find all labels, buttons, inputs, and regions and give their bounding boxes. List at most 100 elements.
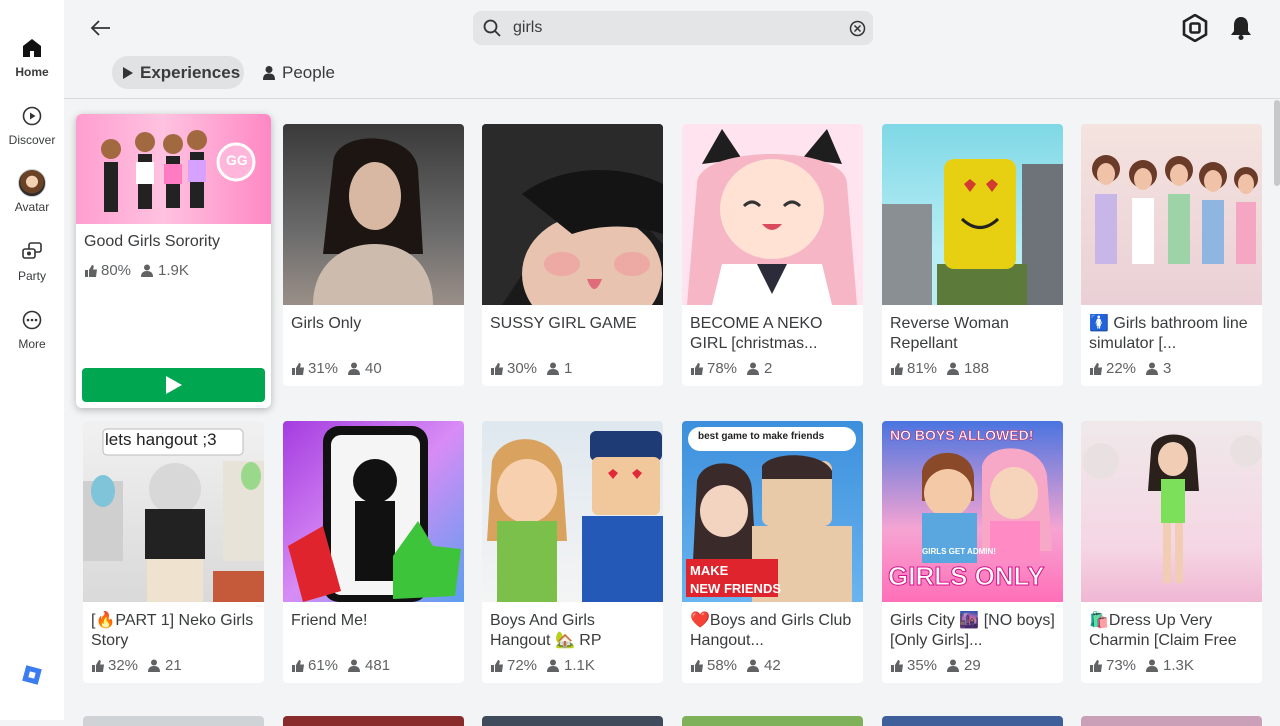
- experience-card-peek[interactable]: [882, 716, 1063, 726]
- notifications-bell-icon[interactable]: [1229, 15, 1253, 41]
- experience-title: Girls City 🌆 [NO boys] [Only Girls]...: [890, 612, 1055, 649]
- rating-value: 32%: [108, 657, 139, 674]
- players-value: 1.3K: [1163, 657, 1194, 674]
- experience-card-peek[interactable]: [283, 716, 464, 726]
- rating-value: 78%: [707, 360, 738, 377]
- players-value: 2: [764, 360, 773, 377]
- players-value: 481: [365, 657, 391, 674]
- experience-card[interactable]: BECOME A NEKO GIRL [christmas... 78% 2: [682, 124, 863, 386]
- experience-card[interactable]: 🚺 Girls bathroom line simulator [... 22%…: [1081, 124, 1262, 386]
- experience-title: 🛍️Dress Up Very Charmin [Claim Free: [1089, 612, 1237, 649]
- thumbs-up-icon: [891, 659, 903, 672]
- experience-card-peek[interactable]: [1081, 716, 1262, 726]
- nav-more[interactable]: More: [0, 308, 64, 368]
- players-value: 1.9K: [158, 262, 189, 279]
- top-bar: Experiences People: [64, 0, 1280, 99]
- experience-card[interactable]: lets hangout ;3 [🔥PART 1] Neko Girls Sto…: [83, 421, 264, 683]
- experience-card[interactable]: Friend Me! 61% 481: [283, 421, 464, 683]
- rating-value: 30%: [507, 360, 538, 377]
- tab-experiences-label: Experiences: [140, 62, 241, 82]
- experience-card[interactable]: best game to make friends MAKE NEW FRIEN…: [682, 421, 863, 683]
- rating-value: 72%: [507, 657, 538, 674]
- nav-home-label: Home: [15, 65, 49, 79]
- experience-title: [🔥PART 1] Neko Girls Story: [91, 612, 254, 649]
- avatar-icon: [17, 168, 47, 198]
- nav-discover[interactable]: Discover: [0, 104, 64, 164]
- nav-home[interactable]: Home: [0, 36, 64, 96]
- more-icon: [20, 308, 44, 332]
- experience-stats: 61% 481: [291, 657, 398, 674]
- experience-thumbnail: [482, 421, 663, 602]
- robux-icon[interactable]: [1182, 13, 1208, 43]
- experience-stats: 78% 2: [690, 360, 780, 377]
- experience-stats: 80% 1.9K: [84, 262, 197, 279]
- experience-card[interactable]: Reverse Woman Repellant 81% 188: [882, 124, 1063, 386]
- players-value: 42: [764, 657, 781, 674]
- experience-title: Good Girls Sorority: [84, 233, 221, 250]
- players-icon: [947, 362, 960, 375]
- search-input[interactable]: [513, 17, 833, 39]
- party-icon: [20, 240, 44, 264]
- rating-value: 81%: [907, 360, 938, 377]
- experience-title: BECOME A NEKO GIRL [christmas...: [690, 315, 823, 352]
- play-button[interactable]: [82, 368, 265, 402]
- thumbnail-text: MAKE: [690, 563, 729, 578]
- experience-stats: 72% 1.1K: [490, 657, 603, 674]
- experience-card[interactable]: Boys And Girls Hangout 🏡 RP 72% 1.1K: [482, 421, 663, 683]
- players-icon: [747, 362, 760, 375]
- nav-avatar[interactable]: Avatar: [0, 168, 64, 228]
- experience-card[interactable]: SUSSY GIRL GAME 30% 1: [482, 124, 663, 386]
- experience-title: 🚺 Girls bathroom line simulator [...: [1089, 315, 1248, 352]
- thumbs-up-icon: [491, 362, 503, 375]
- rating-value: 80%: [101, 262, 132, 279]
- experience-stats: 35% 29: [890, 657, 989, 674]
- nav-party[interactable]: Party: [0, 240, 64, 300]
- players-icon: [148, 659, 161, 672]
- experience-card[interactable]: GG Good Girls Sorority 80% 1.9K: [76, 114, 271, 408]
- tab-people[interactable]: People: [260, 56, 350, 89]
- search-icon: [483, 19, 501, 37]
- rating-value: 73%: [1106, 657, 1137, 674]
- thumbnail-text: NEW FRIENDS: [690, 581, 781, 596]
- nav-discover-label: Discover: [8, 133, 56, 147]
- nav-avatar-label: Avatar: [14, 200, 50, 214]
- play-icon: [123, 66, 133, 79]
- rating-value: 22%: [1106, 360, 1137, 377]
- search-bar: [473, 11, 873, 45]
- experience-title: SUSSY GIRL GAME: [490, 315, 637, 332]
- thumbs-up-icon: [292, 659, 304, 672]
- experience-title: Reverse Woman Repellant: [890, 315, 1009, 352]
- players-value: 1.1K: [564, 657, 595, 674]
- thumbnail-text: GIRLS ONLY: [888, 561, 1046, 592]
- roblox-logo-icon: [21, 664, 43, 686]
- clear-search-icon[interactable]: [849, 20, 866, 37]
- thumbs-up-icon: [85, 264, 97, 277]
- experience-card[interactable]: Girls Only 31% 40: [283, 124, 464, 386]
- rating-value: 61%: [308, 657, 339, 674]
- play-icon: [165, 376, 182, 394]
- experience-thumbnail: GG: [76, 114, 271, 224]
- players-value: 1: [564, 360, 573, 377]
- tab-people-label: People: [282, 62, 335, 82]
- experience-card[interactable]: 🛍️Dress Up Very Charmin [Claim Free 73% …: [1081, 421, 1262, 683]
- players-icon: [348, 659, 361, 672]
- experience-card-peek[interactable]: [83, 716, 264, 726]
- thumbs-up-icon: [1090, 659, 1102, 672]
- experience-card-peek[interactable]: [682, 716, 863, 726]
- players-icon: [547, 659, 560, 672]
- experience-thumbnail: [1081, 124, 1262, 305]
- scrollbar-thumb[interactable]: [1274, 100, 1280, 186]
- back-button[interactable]: [88, 16, 112, 40]
- players-icon: [348, 362, 361, 375]
- rating-value: 58%: [707, 657, 738, 674]
- experience-thumbnail: [482, 124, 663, 305]
- players-icon: [947, 659, 960, 672]
- arrow-left-icon: [90, 20, 110, 36]
- nav-party-label: Party: [17, 269, 46, 283]
- experience-card-peek[interactable]: [482, 716, 663, 726]
- tab-experiences[interactable]: Experiences: [112, 56, 244, 89]
- players-icon: [747, 659, 760, 672]
- experience-title: Boys And Girls Hangout 🏡 RP: [490, 612, 602, 649]
- experience-stats: 81% 188: [890, 360, 997, 377]
- experience-card[interactable]: NO BOYS ALLOWED! GIRLS GET ADMIN! GIRLS …: [882, 421, 1063, 683]
